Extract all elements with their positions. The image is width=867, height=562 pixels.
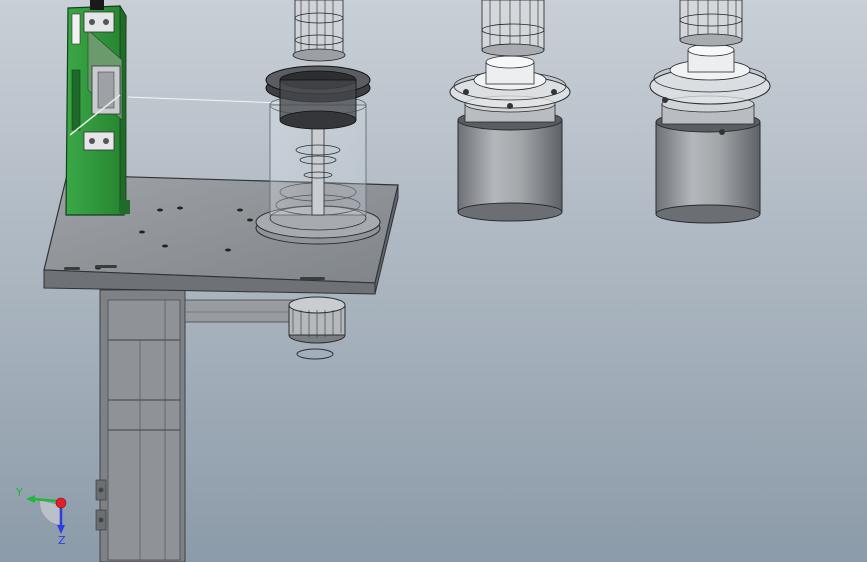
cad-viewport[interactable]: Y Z — [0, 0, 867, 562]
support-column[interactable] — [95, 289, 186, 562]
y-axis-label: Y — [15, 486, 23, 499]
green-bracket[interactable] — [65, 0, 130, 216]
model-scene[interactable]: Y Z — [0, 0, 867, 562]
z-axis-label: Z — [58, 534, 66, 547]
x-axis-icon — [55, 497, 67, 509]
drive-arm[interactable] — [184, 299, 301, 323]
